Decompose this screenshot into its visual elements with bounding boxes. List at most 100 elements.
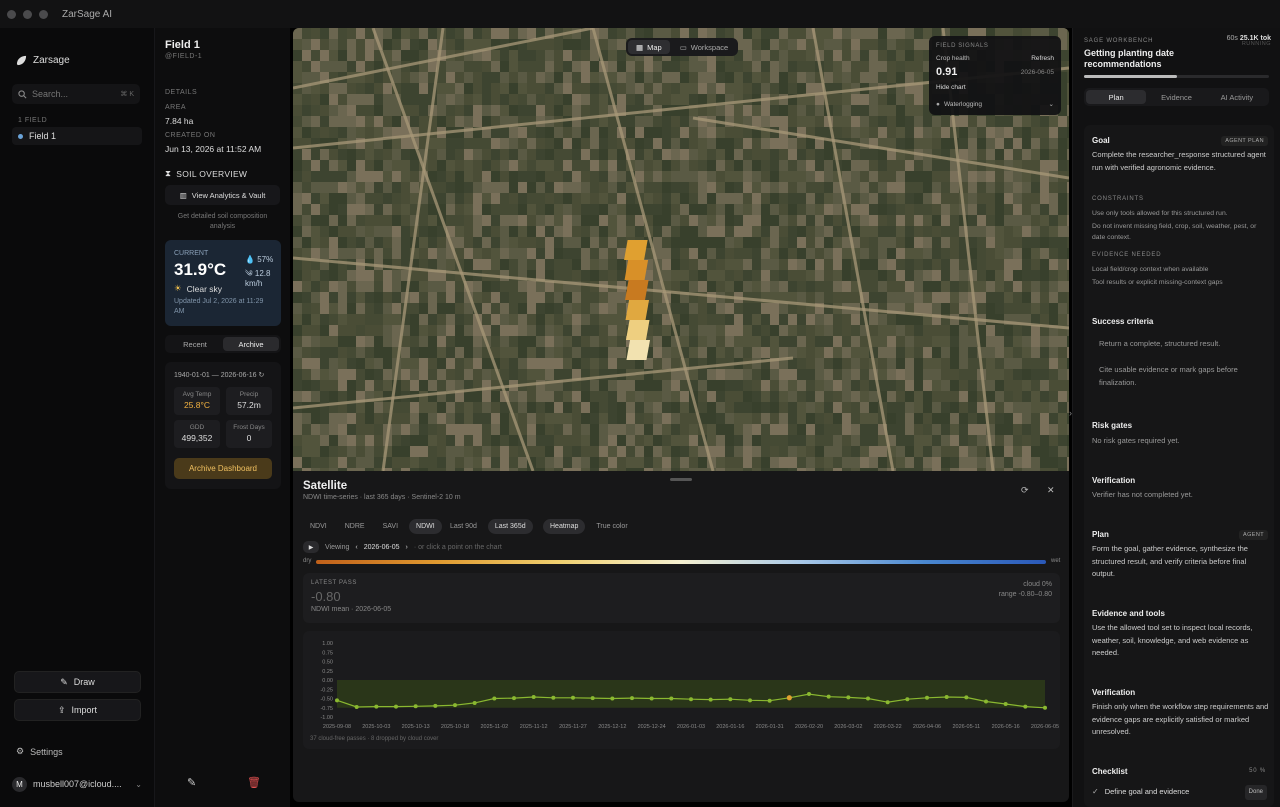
map-plot	[572, 446, 581, 457]
hide-chart-button[interactable]: Hide chart	[936, 84, 966, 91]
map-plot	[365, 116, 374, 127]
tab-last-365d[interactable]: Last 365d	[487, 519, 533, 534]
map-plot	[392, 39, 401, 50]
tab-archive[interactable]: Archive	[223, 337, 279, 351]
chart-footer: 37 cloud-free passes · 8 dropped by clou…	[310, 736, 439, 742]
map-plot	[1013, 402, 1022, 413]
map-plot	[437, 259, 446, 270]
map-plot	[770, 138, 779, 149]
map-plot	[986, 116, 995, 127]
satellite-map[interactable]: ▦ Map ▭ Workspace FIELD SIGNALS Crop healt…	[293, 28, 1069, 471]
tab-true-color[interactable]: True color	[589, 519, 634, 534]
map-plot	[986, 325, 995, 336]
map-plot	[671, 226, 680, 237]
tab-workspace[interactable]: ▭ Workspace	[672, 40, 736, 54]
map-plot	[662, 435, 671, 446]
map-plot	[824, 391, 833, 402]
map-plot	[959, 413, 968, 424]
map-plot	[599, 226, 608, 237]
map-plot	[752, 391, 761, 402]
archive-dashboard-button[interactable]: Archive Dashboard	[174, 458, 272, 479]
map-plot	[869, 171, 878, 182]
close-icon[interactable]: ✕	[1047, 485, 1055, 496]
play-icon[interactable]: ▶	[303, 541, 319, 553]
ndwi-chart-svg[interactable]: 1.000.750.500.250.00-0.25-0.50-0.75-1.00…	[303, 631, 1060, 749]
sidebar-item-field-1[interactable]: Field 1	[12, 127, 142, 145]
tab-evidence[interactable]: Evidence	[1146, 90, 1206, 104]
waterlogging-alert[interactable]: ● Waterlogging ⌄	[936, 100, 1054, 109]
map-plot	[680, 72, 689, 83]
map-plot	[752, 248, 761, 259]
map-plot	[581, 413, 590, 424]
search-box[interactable]: ⌘ K	[12, 84, 140, 104]
search-input[interactable]	[32, 89, 108, 99]
map-plot	[338, 358, 347, 369]
checklist-item[interactable]: ✓ Define goal and evidence Done	[1092, 785, 1267, 800]
brand[interactable]: Zarsage	[16, 55, 70, 66]
next-date-icon[interactable]: ›	[406, 544, 408, 551]
map-plot	[707, 193, 716, 204]
minimize-window-button[interactable]	[23, 9, 32, 19]
tab-recent[interactable]: Recent	[167, 337, 223, 351]
map-plot	[815, 105, 824, 116]
map-plot	[536, 336, 545, 347]
edit-icon[interactable]: ✎	[187, 776, 196, 789]
tab-savi[interactable]: SAVI	[376, 519, 405, 534]
map-plot	[752, 369, 761, 380]
map-plot	[680, 160, 689, 171]
map-plot	[1013, 380, 1022, 391]
user-menu[interactable]: M musbell007@icloud.... ⌄	[12, 772, 142, 796]
map-plot	[356, 83, 365, 94]
map-plot	[599, 28, 608, 39]
map-plot	[824, 237, 833, 248]
refresh-icon[interactable]: ↻	[258, 372, 264, 379]
map-plot	[626, 193, 635, 204]
tab-ndre[interactable]: NDRE	[338, 519, 372, 534]
tab-plan[interactable]: Plan	[1086, 90, 1147, 104]
checklist-percent: 50 %	[1249, 768, 1266, 774]
map-plot	[293, 237, 302, 248]
refresh-button[interactable]: Refresh	[1031, 55, 1054, 62]
map-plot	[851, 424, 860, 435]
map-plot	[608, 347, 617, 358]
map-plot	[1031, 215, 1040, 226]
map-plot	[410, 402, 419, 413]
tab-heatmap[interactable]: Heatmap	[543, 519, 586, 534]
map-plot	[914, 171, 923, 182]
map-plot	[473, 435, 482, 446]
map-plot	[797, 215, 806, 226]
map-plot	[536, 83, 545, 94]
stat-value: 25.8°C	[183, 400, 211, 410]
map-plot	[698, 270, 707, 281]
tab-ndwi[interactable]: NDWI	[409, 519, 442, 534]
prev-date-icon[interactable]: ‹	[355, 544, 357, 551]
window-controls[interactable]	[7, 9, 48, 19]
close-window-button[interactable]	[7, 9, 16, 19]
field-ndwi-overlay	[625, 280, 649, 300]
drag-handle[interactable]	[670, 478, 692, 481]
map-plot	[761, 435, 770, 446]
map-plot	[779, 237, 788, 248]
map-plot	[671, 402, 680, 413]
map-plot	[770, 303, 779, 314]
draw-button[interactable]: ✎ Draw	[14, 671, 141, 693]
trash-icon[interactable]: 🗑	[247, 776, 261, 789]
map-plot	[653, 193, 662, 204]
tab-ndvi[interactable]: NDVI	[303, 519, 334, 534]
map-plot	[419, 116, 428, 127]
map-plot	[797, 105, 806, 116]
refresh-icon[interactable]: ⟳	[1021, 485, 1029, 496]
map-plot	[905, 28, 914, 39]
import-button[interactable]: ⇪ Import	[14, 699, 141, 721]
tab-last-90d[interactable]: Last 90d	[443, 519, 484, 534]
tab-map[interactable]: ▦ Map	[628, 40, 670, 54]
map-plot	[878, 281, 887, 292]
view-analytics-button[interactable]: ▥ View Analytics & Vault	[165, 185, 280, 205]
tab-ai-activity[interactable]: AI Activity	[1207, 90, 1267, 104]
maximize-window-button[interactable]	[39, 9, 48, 19]
ndwi-chart[interactable]: 1.00 0.75 0.50 0.25 0.00 -0.25 -0.50 -0.75 -1.00…	[303, 631, 1060, 749]
map-plot	[833, 28, 842, 39]
map-plot	[869, 457, 878, 468]
map-plot	[293, 226, 302, 237]
settings-button[interactable]: ⚙ Settings	[16, 746, 63, 757]
